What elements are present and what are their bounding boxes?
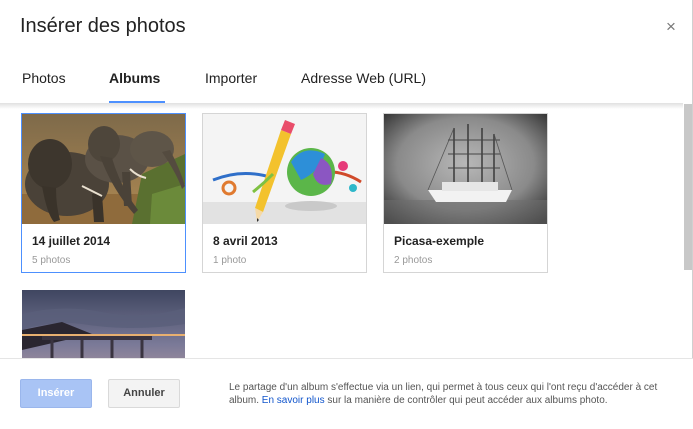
tab-import[interactable]: Importer [205,70,257,86]
tab-bar: Photos Albums Importer Adresse Web (URL) [0,56,693,104]
album-thumbnail-bridge [22,290,185,358]
close-icon[interactable]: × [666,18,676,35]
album-thumbnail-ship [384,114,547,224]
scrollbar[interactable] [684,104,692,270]
album-title: Picasa-exemple [394,234,485,248]
album-thumbnail-pencil [203,114,366,224]
tab-photos[interactable]: Photos [22,70,66,86]
album-title: 8 avril 2013 [213,234,278,248]
album-card[interactable]: 8 avril 2013 1 photo [202,113,367,273]
album-photo-count: 2 photos [394,255,433,266]
tab-albums[interactable]: Albums [109,70,160,86]
album-title: 14 juillet 2014 [32,234,111,248]
album-thumbnail-elephants [22,114,185,224]
tab-web-address[interactable]: Adresse Web (URL) [301,70,426,86]
tab-bar-shadow [0,103,683,109]
insert-button[interactable]: Insérer [20,379,92,408]
album-card[interactable] [21,289,186,358]
learn-more-link[interactable]: En savoir plus [262,395,325,406]
cancel-button[interactable]: Annuler [108,379,180,408]
sharing-info-text: Le partage d'un album s'effectue via un … [229,381,679,407]
album-photo-count: 5 photos [32,255,71,266]
album-card[interactable]: Picasa-exemple 2 photos [383,113,548,273]
album-grid: 14 juillet 2014 5 photos 8 avril 2013 1 … [0,104,683,358]
sharing-info-suffix: sur la manière de contrôler qui peut acc… [324,395,608,406]
album-photo-count: 1 photo [213,255,247,266]
dialog-title: Insérer des photos [20,15,186,37]
insert-photos-dialog: Insérer des photos × Photos Albums Impor… [0,0,693,429]
album-card[interactable]: 14 juillet 2014 5 photos [21,113,186,273]
dialog-footer: Insérer Annuler Le partage d'un album s'… [0,358,693,429]
